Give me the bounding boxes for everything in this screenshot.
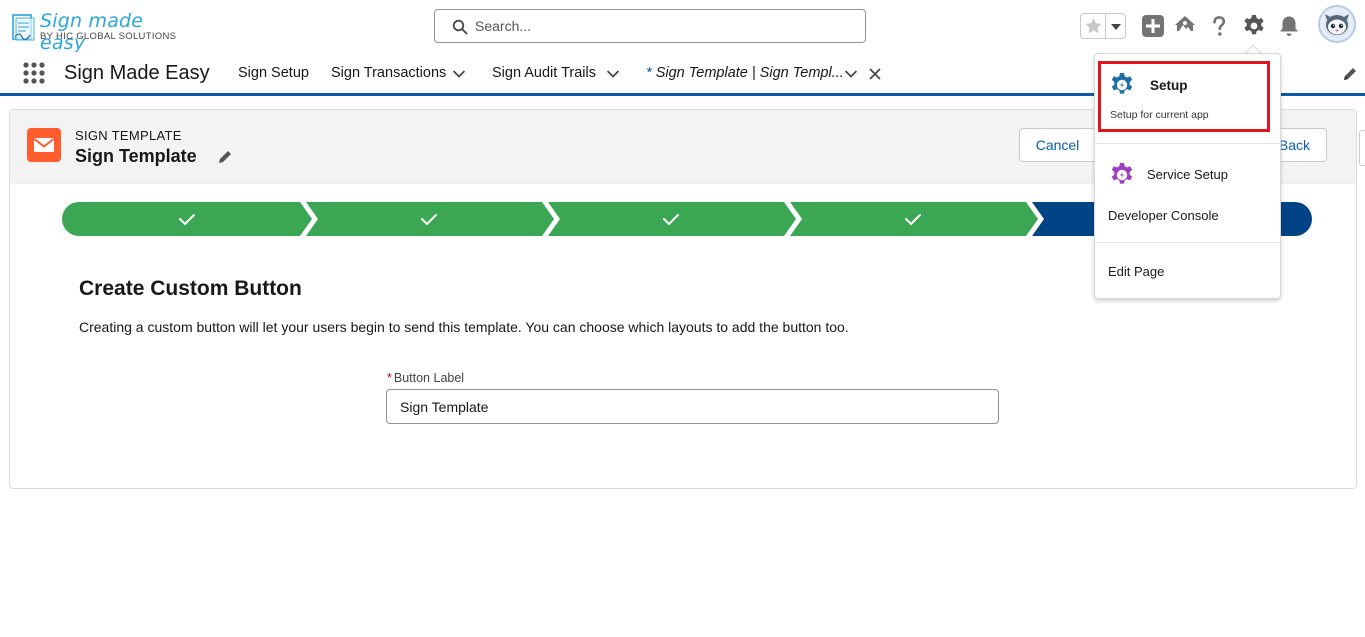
trailhead-icon[interactable] [1173, 14, 1197, 38]
field-label-text: Button Label [393, 371, 465, 385]
button-label-field-label: * Button Label [387, 371, 464, 385]
setup-menu-title: Setup [1150, 78, 1188, 93]
favorites-dropdown-button[interactable] [1106, 14, 1126, 38]
setup-menu-subtitle: Setup for current app [1110, 109, 1209, 121]
astro-avatar-icon [1324, 12, 1350, 38]
edit-nav-pencil-icon[interactable] [1342, 66, 1358, 82]
favorites-group [1080, 13, 1126, 39]
menu-divider [1095, 242, 1280, 243]
edit-page-menu-item[interactable]: Edit Page [1108, 264, 1164, 279]
required-marker: * [387, 371, 392, 385]
cancel-button[interactable]: Cancel [1019, 128, 1096, 162]
search-icon [452, 19, 468, 35]
path-step-1[interactable] [62, 202, 312, 236]
document-signature-icon [12, 14, 35, 41]
favorites-star-button[interactable] [1081, 14, 1106, 38]
setup-gear-icon[interactable] [1242, 14, 1266, 38]
global-search[interactable] [434, 9, 866, 43]
path-step-2[interactable] [306, 202, 554, 236]
setup-menu-dropdown: Setup Setup for current app Service Setu… [1094, 53, 1281, 299]
search-input[interactable] [475, 16, 855, 36]
path-step-3[interactable] [548, 202, 796, 236]
global-header: Sign made easy BY HIC GLOBAL SOLUTIONS [0, 0, 1365, 54]
developer-console-menu-item[interactable]: Developer Console [1108, 208, 1219, 223]
chevron-down-icon[interactable] [452, 67, 466, 81]
sign-template-object-icon [27, 128, 61, 162]
setup-gear-blue-icon [1111, 73, 1133, 94]
app-launcher-icon[interactable] [22, 61, 46, 85]
record-title: Sign Template [75, 146, 197, 166]
nav-tab-sign-template[interactable]: * Sign Template | Sign Templ... [646, 65, 844, 81]
star-icon [1085, 18, 1102, 34]
close-tab-icon[interactable] [868, 67, 882, 81]
app-name: Sign Made Easy [64, 62, 210, 84]
app-logo[interactable]: Sign made easy BY HIC GLOBAL SOLUTIONS [10, 8, 190, 54]
object-type-label: SIGN TEMPLATE [75, 128, 182, 143]
chevron-down-icon[interactable] [844, 67, 858, 81]
service-setup-menu-item[interactable]: Service Setup [1147, 167, 1228, 182]
nav-item-sign-audit-trails[interactable]: Sign Audit Trails [492, 65, 596, 81]
panel-scroll-handle[interactable] [1359, 130, 1365, 166]
help-icon[interactable] [1207, 14, 1231, 38]
unsaved-marker: * [646, 65, 652, 81]
user-avatar[interactable] [1318, 5, 1356, 43]
envelope-icon [33, 138, 55, 152]
logo-subtitle: BY HIC GLOBAL SOLUTIONS [40, 31, 177, 42]
path-step-4[interactable] [790, 202, 1038, 236]
nav-item-sign-setup[interactable]: Sign Setup [238, 65, 309, 81]
edit-title-pencil-icon[interactable] [217, 149, 233, 165]
nav-item-sign-transactions[interactable]: Sign Transactions [331, 65, 446, 81]
section-description: Creating a custom button will let your u… [79, 319, 849, 335]
setup-menu-item-highlighted[interactable]: Setup Setup for current app [1098, 61, 1270, 132]
chevron-down-icon[interactable] [606, 67, 620, 81]
caret-down-icon [1111, 24, 1121, 30]
nav-tab-label: Sign Template | Sign Templ... [655, 65, 844, 81]
button-label-input[interactable] [386, 389, 999, 424]
section-title: Create Custom Button [79, 277, 302, 300]
service-setup-gear-icon [1111, 163, 1133, 184]
global-actions-add-icon[interactable] [1141, 14, 1165, 38]
menu-divider [1095, 143, 1280, 144]
notifications-bell-icon[interactable] [1277, 14, 1301, 38]
